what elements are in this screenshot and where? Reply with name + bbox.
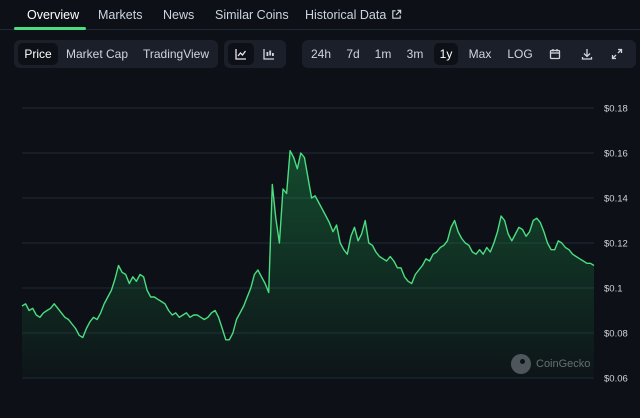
y-tick-label: $0.1	[604, 284, 623, 295]
y-tick-label: $0.18	[604, 104, 628, 115]
y-tick-label: $0.12	[604, 239, 628, 250]
watermark-text: CoinGecko	[536, 358, 591, 370]
coingecko-logo-icon	[511, 354, 531, 374]
y-tick-label: $0.06	[604, 374, 628, 385]
y-tick-label: $0.14	[604, 194, 628, 205]
y-tick-label: $0.08	[604, 329, 628, 340]
price-area-fill	[22, 150, 594, 378]
y-tick-label: $0.16	[604, 149, 628, 160]
coingecko-watermark: CoinGecko	[511, 354, 590, 374]
